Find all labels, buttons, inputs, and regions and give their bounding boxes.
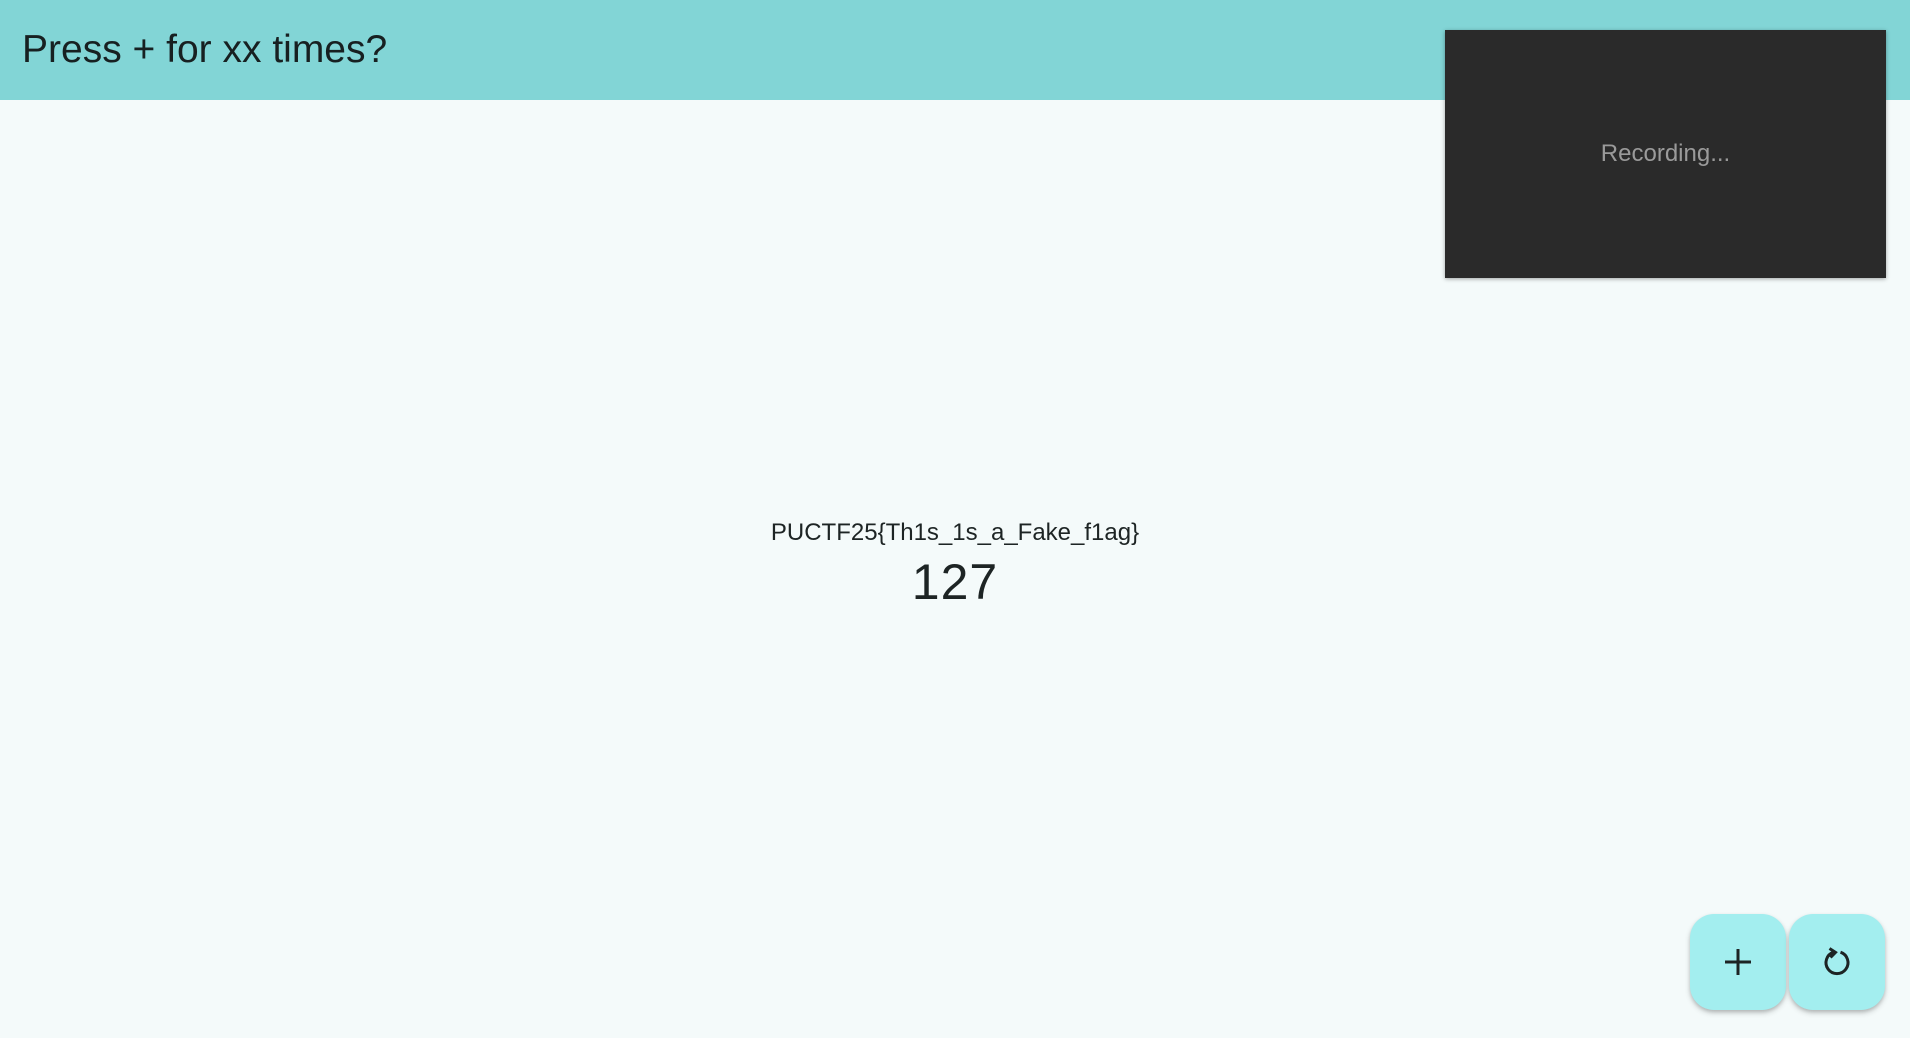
recording-overlay: Recording... [1445,30,1886,278]
counter-display: PUCTF25{Th1s_1s_a_Fake_f1ag} 127 [0,518,1910,612]
refresh-icon [1819,944,1855,980]
page-title: Press + for xx times? [22,28,388,71]
counter-value: 127 [911,554,999,610]
recording-status: Recording... [1600,140,1731,167]
plus-icon [1721,945,1755,979]
increment-button[interactable] [1690,914,1786,1010]
reset-button[interactable] [1789,914,1885,1010]
flag-text: PUCTF25{Th1s_1s_a_Fake_f1ag} [770,519,1140,546]
